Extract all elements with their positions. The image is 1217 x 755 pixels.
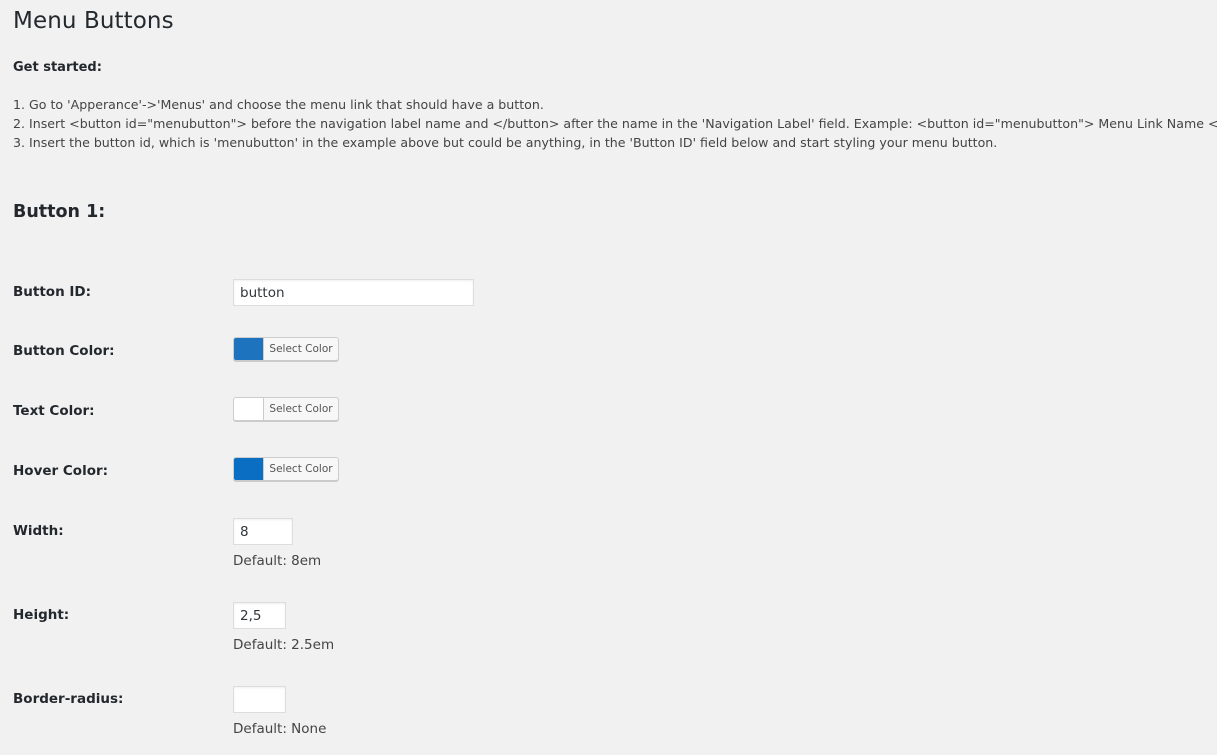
button-color-select-label: Select Color	[269, 343, 333, 355]
button-id-label: Button ID:	[13, 284, 92, 300]
hover-color-picker[interactable]: Select Color	[233, 457, 339, 481]
hover-color-select-label: Select Color	[269, 463, 333, 475]
instruction-step-3: 3. Insert the button id, which is 'menub…	[13, 135, 998, 150]
button-id-input[interactable]	[233, 279, 474, 306]
border-radius-input[interactable]	[233, 686, 286, 713]
width-input[interactable]	[233, 518, 293, 545]
instruction-step-1: 1. Go to 'Apperance'->'Menus' and choose…	[13, 97, 544, 112]
text-color-select-label: Select Color	[269, 403, 333, 415]
section-title: Button 1:	[13, 202, 106, 222]
page-title: Menu Buttons	[13, 8, 174, 34]
get-started-heading: Get started:	[13, 60, 102, 75]
hover-color-label: Hover Color:	[13, 463, 109, 479]
height-hint: Default: 2.5em	[233, 637, 335, 653]
width-label: Width:	[13, 523, 64, 539]
border-radius-label: Border-radius:	[13, 691, 124, 707]
button-color-label: Button Color:	[13, 343, 115, 359]
height-input[interactable]	[233, 602, 286, 629]
height-label: Height:	[13, 607, 70, 623]
text-color-swatch	[234, 398, 264, 420]
settings-page: Menu Buttons Get started: 1. Go to 'Appe…	[0, 0, 1217, 755]
button-color-swatch	[234, 338, 264, 360]
border-radius-hint: Default: None	[233, 721, 327, 737]
width-hint: Default: 8em	[233, 553, 322, 569]
text-color-label: Text Color:	[13, 403, 95, 419]
button-color-picker[interactable]: Select Color	[233, 337, 339, 361]
text-color-picker[interactable]: Select Color	[233, 397, 339, 421]
instruction-step-2: 2. Insert <button id="menubutton"> befor…	[13, 116, 1217, 131]
hover-color-swatch	[234, 458, 264, 480]
instructions-list: 1. Go to 'Apperance'->'Menus' and choose…	[13, 95, 1217, 152]
